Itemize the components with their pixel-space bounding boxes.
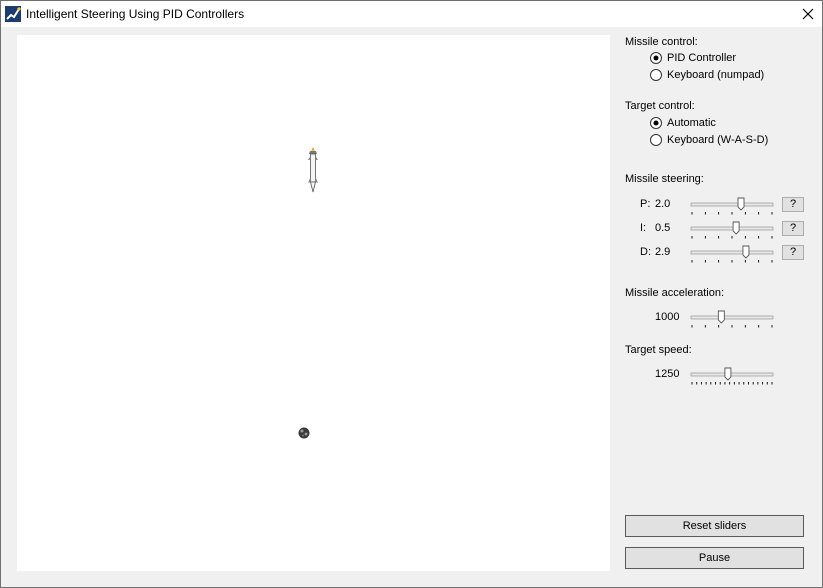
target-speed-label: Target speed: [625,344,692,356]
missile-control-label: Missile control: [625,36,698,48]
missile-acceleration-label: Missile acceleration: [625,287,725,299]
i-gain-value: 0.5 [655,222,671,234]
p-gain-value: 2.0 [655,198,671,210]
missile-acceleration-value: 1000 [655,311,680,323]
slider-thumb[interactable] [737,197,745,211]
i-gain-slider[interactable] [688,219,776,239]
app-window: Intelligent Steering Using PID Controlle… [0,0,823,588]
radio-label-keyboard-wasd[interactable]: Keyboard (W-A-S-D) [667,134,768,146]
pause-button[interactable]: Pause [625,547,804,569]
missile-steering-label: Missile steering: [625,173,704,185]
target-speed-value: 1250 [655,368,680,380]
slider-thumb[interactable] [717,310,725,324]
radio-pid-controller[interactable] [650,52,662,64]
radio-label-pid-controller[interactable]: PID Controller [667,52,736,64]
close-icon[interactable] [794,1,822,27]
missile-icon [308,147,318,193]
radio-keyboard-wasd[interactable] [650,134,662,146]
p-gain-help-button[interactable]: ? [782,197,804,212]
reset-sliders-button[interactable]: Reset sliders [625,515,804,537]
missile-acceleration-slider[interactable] [688,308,776,328]
i-gain-label: I: [640,222,647,234]
slider-thumb[interactable] [742,245,750,259]
d-gain-value: 2.9 [655,246,671,258]
window-title: Intelligent Steering Using PID Controlle… [26,7,245,21]
app-icon [5,6,21,22]
d-gain-help-button[interactable]: ? [782,245,804,260]
target-icon [298,427,310,439]
slider-thumb[interactable] [732,221,740,235]
target-speed-slider[interactable] [688,365,776,385]
simulation-canvas[interactable] [17,35,610,571]
radio-automatic[interactable] [650,117,662,129]
d-gain-label: D: [640,246,651,258]
p-gain-slider[interactable] [688,195,776,215]
title-bar: Intelligent Steering Using PID Controlle… [1,1,822,27]
radio-keyboard-numpad[interactable] [650,69,662,81]
i-gain-help-button[interactable]: ? [782,221,804,236]
slider-thumb[interactable] [724,367,732,381]
radio-label-automatic[interactable]: Automatic [667,117,716,129]
p-gain-label: P: [640,198,651,210]
d-gain-slider[interactable] [688,243,776,263]
target-control-label: Target control: [625,100,695,112]
radio-label-keyboard-numpad[interactable]: Keyboard (numpad) [667,69,764,81]
